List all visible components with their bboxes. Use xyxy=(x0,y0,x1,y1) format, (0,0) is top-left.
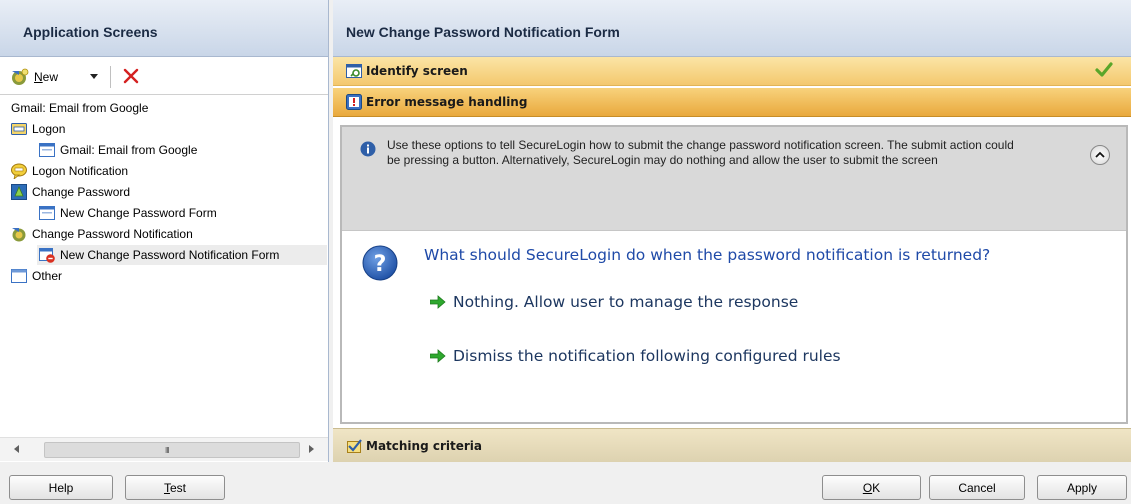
new-screen-icon xyxy=(12,68,29,85)
option-dismiss[interactable]: Dismiss the notification following confi… xyxy=(430,347,841,365)
screen-detail-pane: New Change Password Notification Form Id… xyxy=(333,0,1131,462)
tree-item-label: Change Password Notification xyxy=(32,227,193,241)
section-error-message-handling[interactable]: Error message handling xyxy=(333,88,1131,117)
tree-item-change-password-notification[interactable]: Change Password Notification xyxy=(11,224,193,244)
tree-item-gmail-logon-form[interactable]: Gmail: Email from Google xyxy=(39,140,197,160)
change-password-icon xyxy=(11,184,27,200)
green-arrow-icon xyxy=(430,295,446,309)
option-nothing-label: Nothing. Allow user to manage the respon… xyxy=(453,293,799,311)
help-button[interactable]: Help xyxy=(9,475,113,500)
matching-criteria-icon xyxy=(347,438,362,453)
tree-item-label: Change Password xyxy=(32,185,131,199)
new-button[interactable]: New xyxy=(10,66,58,88)
new-dropdown-arrow-icon[interactable] xyxy=(90,74,98,79)
new-button-label: New xyxy=(34,70,59,84)
option-dismiss-label: Dismiss the notification following confi… xyxy=(453,347,841,365)
section-identify-label: Identify screen xyxy=(366,64,468,78)
tree-item-label: New Change Password Form xyxy=(60,206,217,220)
info-box: Use these options to tell SecureLogin ho… xyxy=(342,127,1126,231)
tree-item-label: Logon Notification xyxy=(32,164,129,178)
section-matching-criteria[interactable]: Matching criteria xyxy=(333,428,1131,462)
test-button[interactable]: Test xyxy=(125,475,225,500)
change-password-notification-icon xyxy=(12,228,26,242)
info-text: Use these options to tell SecureLogin ho… xyxy=(387,138,1014,167)
tree-item-label: Gmail: Email from Google xyxy=(11,101,149,115)
application-screens-title: Application Screens xyxy=(0,0,328,57)
cancel-button[interactable]: Cancel xyxy=(929,475,1025,500)
tree-item-logon[interactable]: Logon xyxy=(11,119,65,139)
application-screens-pane: Application Screens New Gmail: Email fro… xyxy=(0,0,329,462)
form-title: New Change Password Notification Form xyxy=(333,0,1131,57)
tree-item-label: New Change Password Notification Form xyxy=(60,248,280,262)
info-icon xyxy=(360,141,376,157)
tree-item-other[interactable]: Other xyxy=(11,266,62,286)
notification-icon xyxy=(11,163,27,179)
tree-item-gmail-root[interactable]: Gmail: Email from Google xyxy=(11,98,148,118)
window-error-icon xyxy=(39,248,55,263)
tree-item-label: Gmail: Email from Google xyxy=(60,143,198,157)
section-identify-screen[interactable]: Identify screen xyxy=(333,57,1131,86)
help-button-label: Help xyxy=(48,480,74,495)
window-icon xyxy=(39,206,55,220)
other-icon xyxy=(11,269,27,283)
scroll-thumb-grip: III xyxy=(165,446,170,455)
delete-icon[interactable] xyxy=(121,66,141,86)
section-matching-label: Matching criteria xyxy=(366,438,483,453)
apply-button[interactable]: Apply xyxy=(1037,475,1127,500)
ok-button-label: OK xyxy=(862,480,881,495)
identify-screen-icon xyxy=(346,64,362,78)
scroll-thumb[interactable]: III xyxy=(44,442,300,458)
chevron-up-icon xyxy=(1095,151,1105,158)
checkmark-icon xyxy=(1095,62,1113,77)
tree-item-label: Other xyxy=(32,269,63,283)
screens-tree: Gmail: Email from Google Logon Gmail: Em… xyxy=(0,96,329,436)
test-button-label: Test xyxy=(163,480,186,495)
tree-item-new-change-password-notification-form[interactable]: New Change Password Notification Form xyxy=(37,245,327,265)
apply-button-label: Apply xyxy=(1066,480,1098,495)
collapse-button[interactable] xyxy=(1090,145,1110,165)
svg-text:?: ? xyxy=(374,252,387,277)
error-handling-content: Use these options to tell SecureLogin ho… xyxy=(340,125,1128,424)
logon-icon xyxy=(11,123,27,135)
tree-item-logon-notification[interactable]: Logon Notification xyxy=(11,161,128,181)
ok-button[interactable]: OK xyxy=(822,475,921,500)
error-message-icon xyxy=(346,94,362,110)
scroll-right-arrow-icon[interactable] xyxy=(309,445,314,453)
horizontal-scrollbar[interactable]: III xyxy=(0,437,328,461)
question-icon: ? xyxy=(362,245,398,281)
cancel-button-label: Cancel xyxy=(958,480,996,495)
section-error-label: Error message handling xyxy=(366,95,528,109)
tree-item-new-change-password-form[interactable]: New Change Password Form xyxy=(39,203,217,223)
question-text: What should SecureLogin do when the pass… xyxy=(424,246,991,264)
tree-item-change-password[interactable]: Change Password xyxy=(11,182,130,202)
toolbar-divider xyxy=(110,66,111,88)
tree-item-label: Logon xyxy=(32,122,66,136)
scroll-left-arrow-icon[interactable] xyxy=(14,445,19,453)
window-icon xyxy=(39,143,55,157)
green-arrow-icon xyxy=(430,349,446,363)
option-nothing[interactable]: Nothing. Allow user to manage the respon… xyxy=(430,293,798,311)
screens-toolbar: New xyxy=(0,57,328,95)
